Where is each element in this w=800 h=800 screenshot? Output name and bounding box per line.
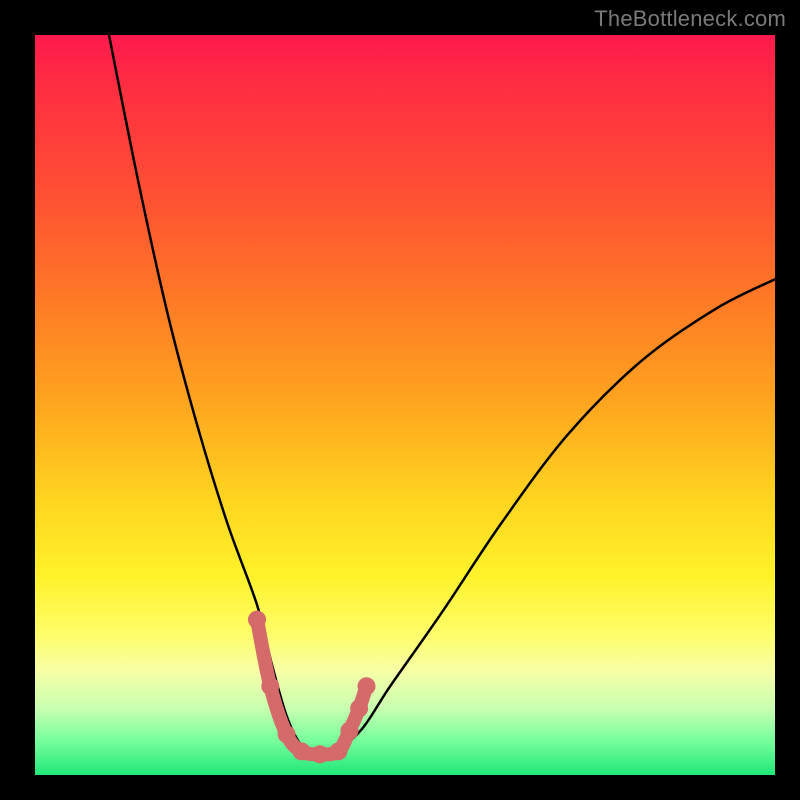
highlight-dot bbox=[329, 742, 347, 760]
highlight-dot bbox=[358, 677, 376, 695]
highlight-dot bbox=[341, 722, 359, 740]
highlight-markers bbox=[248, 611, 376, 764]
highlight-dot bbox=[292, 742, 310, 760]
chart-container: TheBottleneck.com bbox=[0, 0, 800, 800]
highlight-dot bbox=[311, 745, 329, 763]
plot-area bbox=[35, 35, 775, 775]
highlight-dot bbox=[350, 699, 368, 717]
highlight-dot bbox=[248, 611, 266, 629]
bottleneck-curve bbox=[109, 35, 775, 755]
watermark-text: TheBottleneck.com bbox=[594, 6, 786, 32]
curve-layer bbox=[35, 35, 775, 775]
highlight-dot bbox=[261, 677, 279, 695]
bottleneck-curve-path bbox=[109, 35, 775, 755]
highlight-dot bbox=[278, 725, 296, 743]
